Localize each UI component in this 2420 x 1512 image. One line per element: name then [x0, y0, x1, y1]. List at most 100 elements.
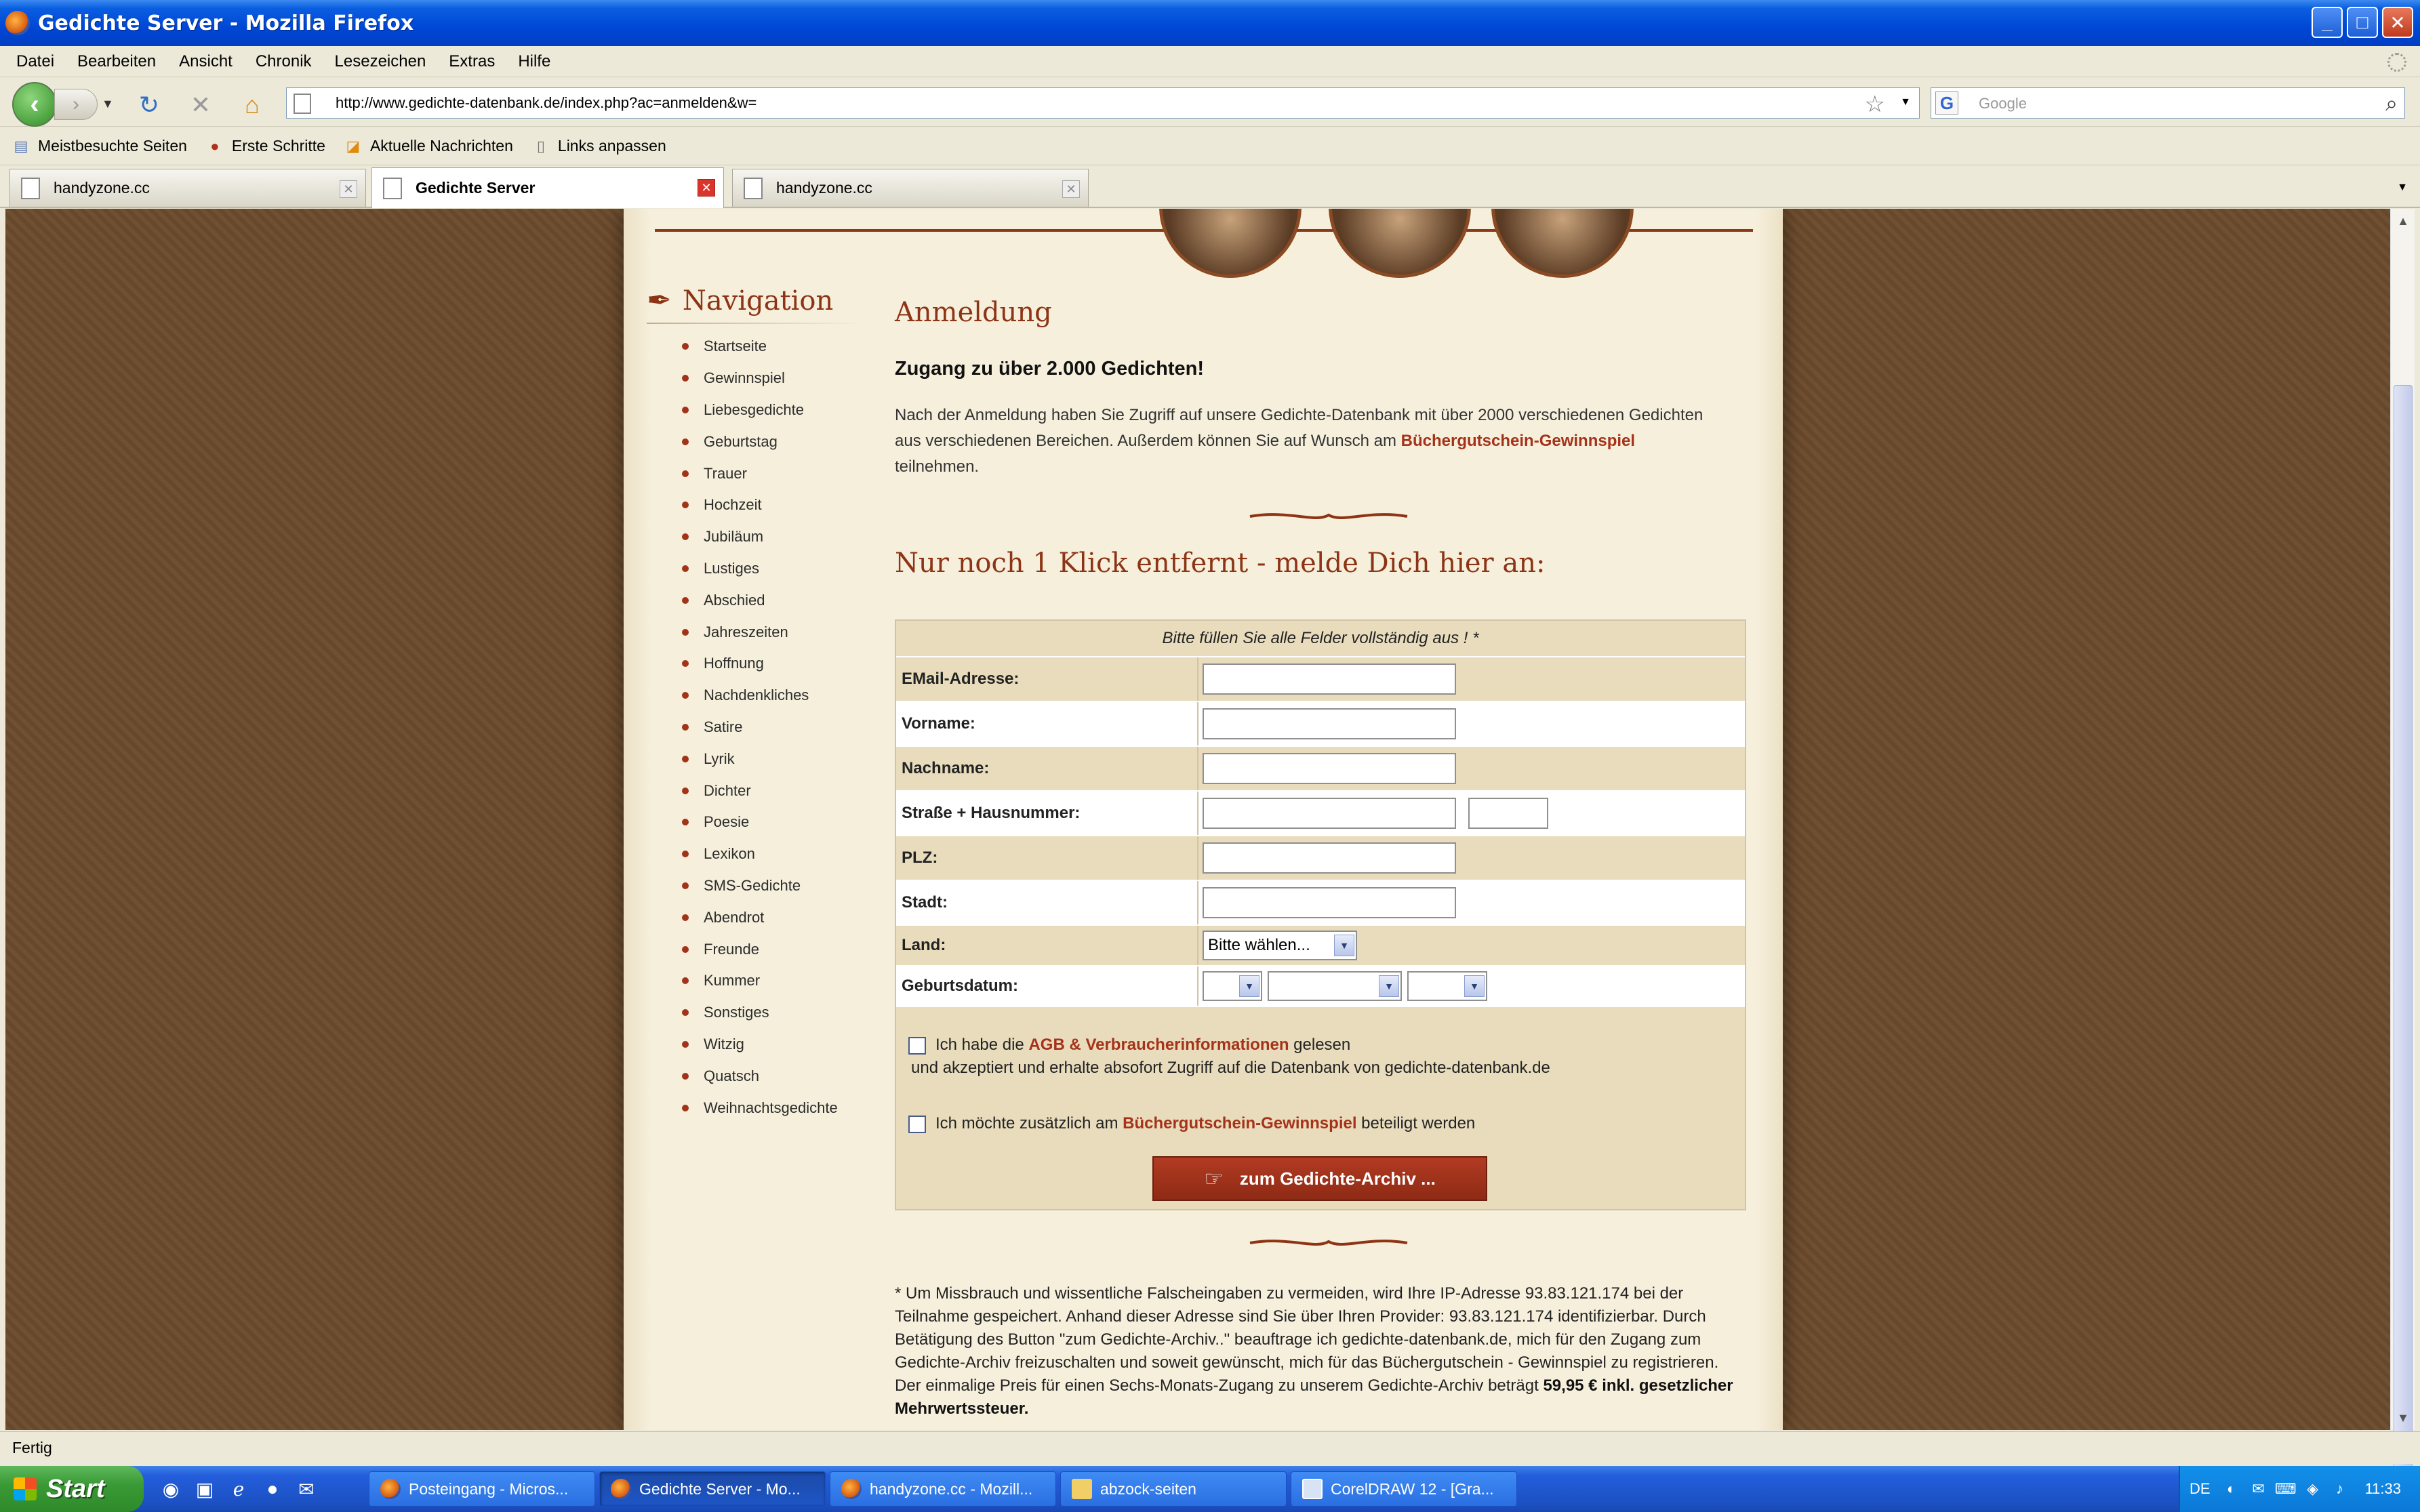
nav-item[interactable]: Abendrot	[682, 901, 838, 933]
nav-item[interactable]: Trauer	[682, 457, 838, 489]
menu-extras[interactable]: Extras	[449, 52, 495, 71]
menu-lesezeichen[interactable]: Lesezeichen	[335, 52, 426, 71]
taskbar-coreldraw[interactable]: CorelDRAW 12 - [Gra...	[1291, 1471, 1517, 1507]
nav-item[interactable]: Hochzeit	[682, 489, 838, 521]
search-icon[interactable]: ⌕	[2385, 91, 2398, 117]
taskbar-abzock-seiten[interactable]: abzock-seiten	[1060, 1471, 1287, 1507]
birth-year-select[interactable]: ▼	[1407, 971, 1487, 1001]
nav-item[interactable]: Jubiläum	[682, 521, 838, 553]
reload-icon[interactable]: ↻	[134, 90, 164, 120]
home-icon[interactable]: ⌂	[237, 90, 267, 120]
status-bar: Fertig	[0, 1431, 2420, 1464]
nav-item[interactable]: Witzig	[682, 1029, 838, 1061]
email-field[interactable]	[1203, 663, 1456, 695]
tab-close-icon[interactable]: ✕	[698, 179, 715, 197]
mail-icon[interactable]: ✉	[294, 1477, 319, 1501]
tab-gedichte-server[interactable]: Gedichte Server ✕	[371, 167, 724, 208]
agb-checkbox[interactable]	[908, 1036, 926, 1055]
gewinnspiel-link-2[interactable]: Büchergutschein-Gewinnspiel	[1123, 1114, 1356, 1132]
nav-item[interactable]: Abschied	[682, 584, 838, 616]
bookmark-star-icon[interactable]: ☆	[1865, 91, 1885, 118]
birth-day-select[interactable]: ▼	[1203, 971, 1262, 1001]
nav-item[interactable]: Liebesgedichte	[682, 394, 838, 426]
volume-icon[interactable]: ♪	[2330, 1479, 2350, 1499]
plz-field[interactable]	[1203, 842, 1456, 874]
birth-month-select[interactable]: ▼	[1268, 971, 1402, 1001]
vertical-scrollbar[interactable]: ▲ ▼	[2390, 209, 2415, 1469]
language-indicator[interactable]: DE	[2190, 1480, 2211, 1498]
search-engine-icon[interactable]: G	[1935, 91, 1958, 115]
folder-icon[interactable]: ▣	[193, 1477, 217, 1501]
tab-list-dropdown-icon[interactable]: ▼	[2390, 176, 2415, 200]
tab-close-icon[interactable]: ✕	[1062, 180, 1080, 198]
nachname-field[interactable]	[1203, 753, 1456, 784]
nav-item[interactable]: Quatsch	[682, 1060, 838, 1092]
scroll-up-icon[interactable]: ▲	[2394, 211, 2413, 230]
taskbar-handyzone[interactable]: handyzone.cc - Mozill...	[830, 1471, 1056, 1507]
bookmark-aktuelle-nachrichten[interactable]: ◪ Aktuelle Nachrichten	[343, 136, 513, 157]
vorname-field[interactable]	[1203, 708, 1456, 739]
menu-hilfe[interactable]: Hilfe	[518, 52, 550, 71]
network-icon[interactable]: ◐	[2221, 1479, 2242, 1499]
menu-bearbeiten[interactable]: Bearbeiten	[77, 52, 156, 71]
browser-icon[interactable]: ◉	[159, 1477, 183, 1501]
submit-button[interactable]: ☞ zum Gedichte-Archiv ...	[1152, 1156, 1487, 1201]
mail-icon[interactable]: ✉	[2248, 1479, 2269, 1499]
bookmark-erste-schritte[interactable]: ● Erste Schritte	[205, 136, 325, 157]
stop-icon[interactable]: ✕	[186, 90, 216, 120]
nav-item[interactable]: Poesie	[682, 806, 838, 838]
bullet-icon	[682, 1072, 689, 1080]
firefox-icon[interactable]: ●	[260, 1477, 285, 1501]
nav-item[interactable]: Satire	[682, 712, 838, 743]
nav-item[interactable]: Sonstiges	[682, 997, 838, 1029]
tab-handyzone-2[interactable]: handyzone.cc ✕	[732, 169, 1089, 207]
nav-item[interactable]: Dichter	[682, 775, 838, 806]
nav-item[interactable]: Startseite	[682, 331, 838, 363]
gewinnspiel-link[interactable]: Büchergutschein-Gewinnspiel	[1401, 432, 1635, 450]
shield-icon[interactable]: ◈	[2303, 1479, 2323, 1499]
nav-item[interactable]: Lyrik	[682, 743, 838, 775]
nav-item[interactable]: Gewinnspiel	[682, 363, 838, 394]
search-input[interactable]: G Google ⌕	[1931, 87, 2405, 119]
hausnummer-field[interactable]	[1468, 798, 1548, 829]
scroll-down-icon[interactable]: ▼	[2394, 1408, 2413, 1427]
chevron-down-icon: ▼	[1379, 975, 1399, 997]
ie-icon[interactable]: ℯ	[226, 1477, 251, 1501]
nav-item[interactable]: Geburtstag	[682, 426, 838, 457]
start-button[interactable]: Start	[0, 1466, 144, 1512]
agb-link[interactable]: AGB & Verbraucherinformationen	[1028, 1036, 1289, 1054]
strasse-field[interactable]	[1203, 798, 1456, 829]
bookmark-meistbesuchte[interactable]: ▤ Meistbesuchte Seiten	[11, 136, 187, 157]
scrollbar-thumb[interactable]	[2394, 385, 2413, 1469]
nav-item[interactable]: Hoffnung	[682, 648, 838, 680]
maximize-button[interactable]: □	[2347, 7, 2378, 38]
land-select[interactable]: Bitte wählen... ▼	[1203, 931, 1357, 960]
url-bar[interactable]: http://www.gedichte-datenbank.de/index.p…	[286, 87, 1920, 119]
nav-item[interactable]: SMS-Gedichte	[682, 870, 838, 902]
nav-item[interactable]: Jahreszeiten	[682, 616, 838, 648]
back-button[interactable]: ‹	[12, 82, 57, 127]
nav-item[interactable]: Freunde	[682, 933, 838, 965]
stadt-field[interactable]	[1203, 887, 1456, 918]
nav-item[interactable]: Weihnachtsgedichte	[682, 1092, 838, 1124]
url-dropdown-icon[interactable]: ▼	[1900, 96, 1911, 108]
nav-item-label: Hochzeit	[704, 496, 762, 514]
keyboard-icon[interactable]: ⌨	[2275, 1479, 2297, 1499]
nav-item[interactable]: Lustiges	[682, 553, 838, 585]
menu-datei[interactable]: Datei	[16, 52, 54, 71]
taskbar-outlook[interactable]: Posteingang - Micros...	[369, 1471, 595, 1507]
nav-item[interactable]: Kummer	[682, 965, 838, 997]
history-dropdown-icon[interactable]: ▼	[102, 97, 114, 111]
gewinnspiel-checkbox[interactable]	[908, 1115, 926, 1133]
tab-handyzone-1[interactable]: handyzone.cc ✕	[9, 169, 366, 207]
nav-item[interactable]: Nachdenkliches	[682, 680, 838, 712]
bookmark-links-anpassen[interactable]: ▯ Links anpassen	[531, 136, 666, 157]
close-button[interactable]: ✕	[2382, 7, 2413, 38]
minimize-button[interactable]: _	[2312, 7, 2343, 38]
forward-button[interactable]: ›	[54, 89, 98, 120]
menu-ansicht[interactable]: Ansicht	[179, 52, 233, 71]
tab-close-icon[interactable]: ✕	[340, 180, 357, 198]
taskbar-gedichte-server[interactable]: Gedichte Server - Mo...	[599, 1471, 826, 1507]
nav-item[interactable]: Lexikon	[682, 838, 838, 870]
menu-chronik[interactable]: Chronik	[256, 52, 312, 71]
